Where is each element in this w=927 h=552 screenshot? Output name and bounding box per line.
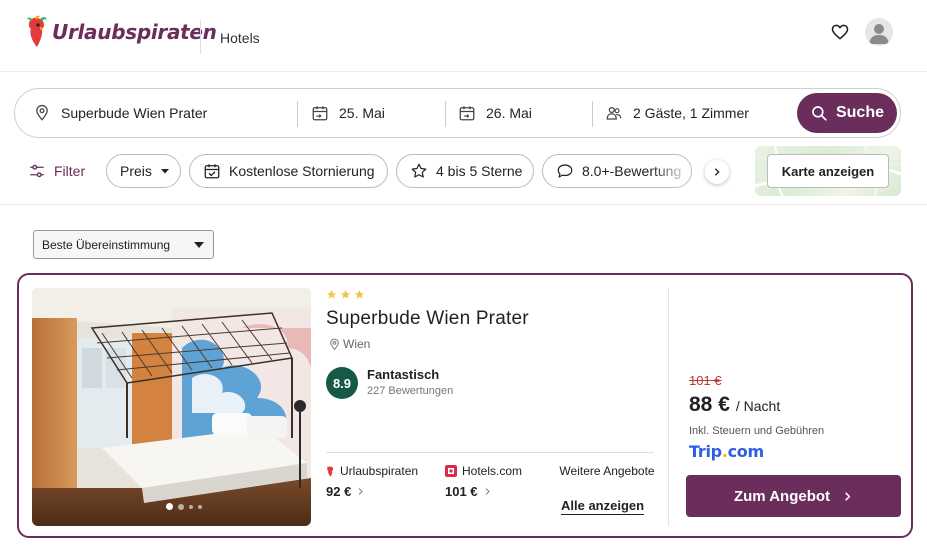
card-divider (326, 452, 654, 453)
provider-logo-trip: Trip.com (689, 442, 764, 461)
destination-value: Superbude Wien Prater (61, 105, 208, 121)
tax-note: Inkl. Steuern und Gebühren (689, 425, 825, 437)
image-pagination[interactable] (166, 503, 202, 510)
hotel-room-photo (32, 288, 311, 526)
provider-offer-hotels-com[interactable]: Hotels.com 101 € (445, 463, 522, 499)
section-divider (0, 204, 927, 205)
current-price: 88 € (689, 393, 730, 416)
go-to-offer-label: Zum Angebot (733, 487, 831, 505)
provider-name: Urlaubspiraten (340, 464, 419, 478)
guests-value: 2 Gäste, 1 Zimmer (633, 105, 749, 121)
chip-stars[interactable]: 4 bis 5 Sterne (396, 154, 534, 188)
chip-fade (651, 155, 691, 187)
chevron-right-icon (845, 491, 851, 501)
chip-price[interactable]: Preis (106, 154, 181, 188)
destination-field[interactable]: Superbude Wien Prater (33, 89, 293, 137)
provider-name: Hotels.com (462, 464, 523, 478)
hotel-name[interactable]: Superbude Wien Prater (326, 308, 529, 330)
search-separator (297, 101, 298, 127)
pagination-dot[interactable] (178, 503, 184, 510)
pagination-dot[interactable] (189, 504, 193, 509)
star-outline-icon (411, 163, 427, 178)
calendar-in-icon (312, 106, 328, 121)
checkin-field[interactable]: 25. Mai (311, 89, 441, 137)
review-count: 227 Bewertungen (367, 385, 454, 397)
chip-free-cancellation[interactable]: Kostenlose Stornierung (189, 154, 388, 188)
checkout-value: 26. Mai (486, 105, 532, 121)
provider-price: 92 € (326, 484, 352, 499)
search-icon (812, 106, 827, 121)
map-preview[interactable]: Karte anzeigen (755, 146, 901, 196)
calendar-check-icon (204, 164, 220, 179)
provider-price: 101 € (445, 484, 478, 499)
guests-icon (606, 107, 622, 120)
checkin-value: 25. Mai (339, 105, 385, 121)
hotels-com-icon (445, 465, 457, 477)
search-bar: Superbude Wien Prater 25. Mai 26. Mai 2 … (14, 88, 901, 138)
chevron-right-icon (485, 488, 490, 495)
star-icon (340, 289, 351, 299)
brand-logo[interactable]: Urlaubspiraten (26, 12, 217, 52)
parrot-logo-icon (27, 15, 47, 47)
show-map-button[interactable]: Karte anzeigen (767, 154, 889, 188)
caret-down-icon (194, 242, 204, 248)
user-avatar[interactable] (865, 18, 893, 46)
hotel-location-text: Wien (343, 337, 371, 351)
filter-button[interactable]: Filter (28, 162, 85, 180)
filter-label: Filter (54, 163, 86, 179)
chip-label: Preis (120, 163, 152, 179)
map-pin-icon (36, 104, 48, 121)
show-all-offers-link[interactable]: Alle anzeigen (561, 498, 645, 515)
header-divider (200, 20, 201, 54)
chip-rating[interactable]: 8.0+-Bewertung (542, 154, 692, 188)
map-pin-icon (330, 338, 339, 350)
star-icon (354, 289, 365, 299)
user-icon (869, 24, 889, 44)
top-header: Urlaubspiraten Hotels (0, 0, 927, 72)
card-vertical-divider (668, 288, 669, 526)
old-price: 101 € (689, 373, 722, 388)
calendar-out-icon (459, 106, 475, 121)
sort-select[interactable]: Beste Übereinstimmung (33, 230, 214, 259)
sliders-icon (30, 164, 44, 178)
search-separator (445, 101, 446, 127)
chevron-right-icon (358, 488, 364, 495)
price-unit: / Nacht (735, 398, 781, 414)
search-separator (592, 101, 593, 127)
pagination-dot[interactable] (166, 503, 173, 510)
go-to-offer-button[interactable]: Zum Angebot (686, 475, 901, 517)
hotel-image[interactable] (32, 288, 311, 526)
star-icon (326, 289, 337, 299)
chips-scroll-next-button[interactable] (705, 160, 729, 184)
checkout-field[interactable]: 26. Mai (458, 89, 588, 137)
chip-label: Kostenlose Stornierung (229, 163, 375, 179)
caret-down-icon (160, 169, 169, 174)
sort-selected-value: Beste Übereinstimmung (42, 237, 171, 252)
more-offers-label: Weitere Angebote (559, 464, 655, 478)
speech-bubble-icon (557, 164, 573, 178)
rating-label: Fantastisch (367, 367, 440, 382)
price-row: 88 € / Nacht (689, 393, 780, 417)
provider-logo-text: com (727, 442, 765, 461)
rating-badge: 8.9 (326, 367, 358, 399)
provider-logo-text: Trip (689, 442, 722, 461)
heart-icon[interactable] (830, 22, 850, 42)
guests-field[interactable]: 2 Gäste, 1 Zimmer (605, 89, 785, 137)
hotel-card[interactable]: Superbude Wien Prater Wien 8.9 Fantastis… (17, 273, 913, 538)
parrot-icon (326, 465, 334, 477)
nav-hotels[interactable]: Hotels (220, 30, 260, 46)
pagination-dot[interactable] (198, 504, 202, 509)
provider-offer-urlaubspiraten[interactable]: Urlaubspiraten 92 € (326, 463, 418, 499)
hotel-location: Wien (328, 337, 370, 351)
search-button[interactable]: Suche (797, 93, 897, 133)
chevron-right-icon (714, 168, 720, 176)
chip-label: 4 bis 5 Sterne (436, 163, 523, 179)
brand-name: Urlaubspiraten (52, 20, 217, 44)
search-button-label: Suche (835, 104, 884, 121)
hotel-stars (326, 289, 365, 300)
